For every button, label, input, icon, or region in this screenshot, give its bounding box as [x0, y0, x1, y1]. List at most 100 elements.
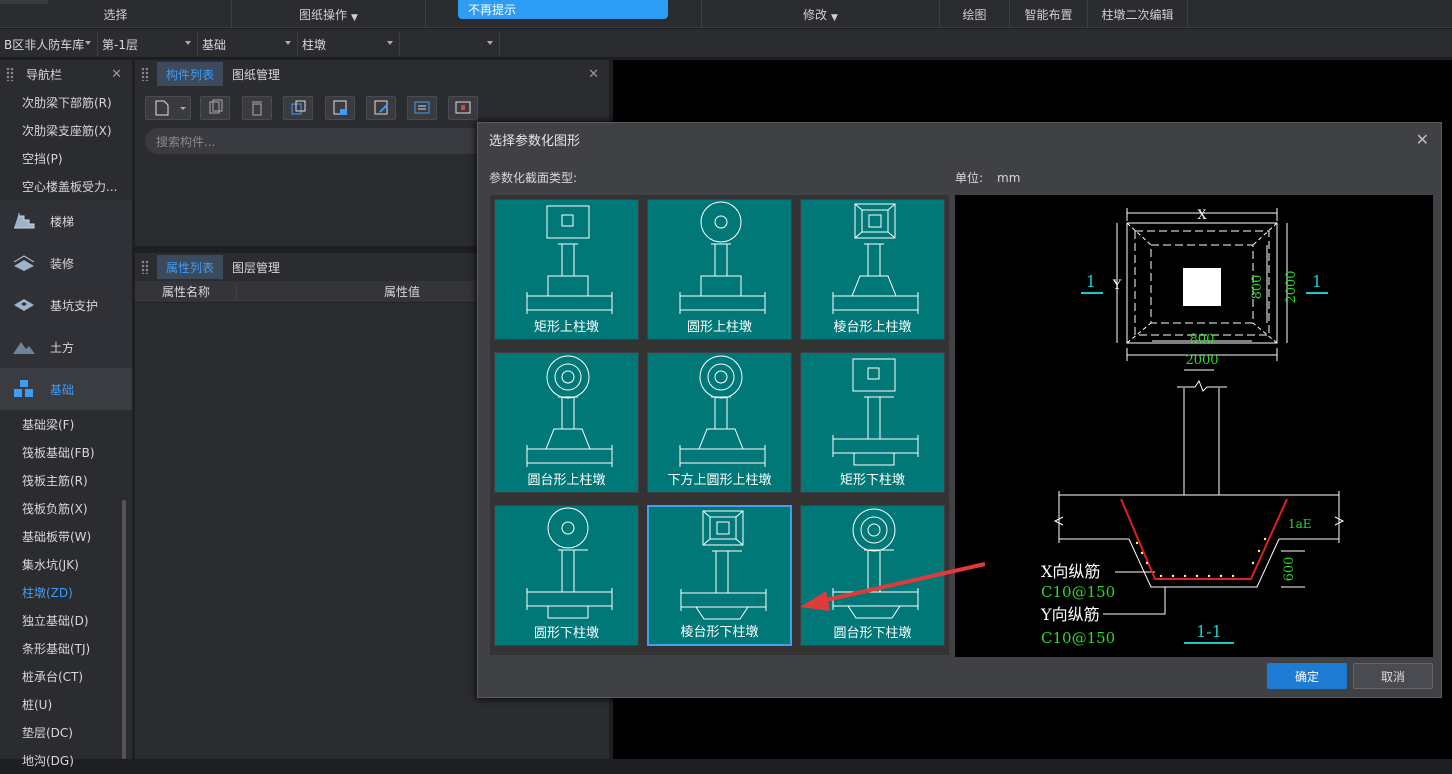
nav-item[interactable]: 空挡(P)	[0, 144, 132, 172]
nav-item-label: 基础梁(F)	[22, 417, 75, 432]
shape-tile[interactable]: 矩形下柱墩	[800, 352, 945, 493]
save-icon	[333, 100, 347, 115]
nav-item-label: 筏板主筋(R)	[22, 473, 88, 488]
x-rebar-label: X向纵筋	[1041, 562, 1100, 581]
close-icon[interactable]: ✕	[588, 67, 599, 82]
shape-tile[interactable]: 圆形上柱墩	[647, 199, 792, 340]
shape-tile[interactable]: 下方上圆形上柱墩	[647, 352, 792, 493]
layer-copy-button[interactable]	[283, 96, 313, 120]
nav-scrollbar[interactable]	[122, 500, 126, 759]
smart-layout-button[interactable]: 智能布置	[1010, 0, 1088, 28]
property-view-button[interactable]	[448, 96, 478, 120]
chevron-down-icon	[185, 41, 191, 45]
y-rebar-label: Y向纵筋	[1040, 605, 1100, 624]
new-icon	[155, 100, 186, 116]
copy-component-button[interactable]	[200, 96, 230, 120]
nav-item[interactable]: 柱墩(ZD)	[0, 578, 132, 606]
shape-tile[interactable]: 圆台形上柱墩	[494, 352, 639, 493]
pier-edit-button[interactable]: 柱墩二次编辑	[1088, 0, 1188, 28]
modify-button[interactable]: 修改 ▼	[702, 0, 940, 28]
shape-tile[interactable]: 矩形上柱墩	[494, 199, 639, 340]
shape-tile[interactable]: 棱台形上柱墩	[800, 199, 945, 340]
area-select[interactable]: B区非人防车库	[0, 32, 98, 56]
shape-tile-label: 圆形下柱墩	[533, 626, 599, 641]
nav-item-label: 柱墩(ZD)	[22, 585, 73, 600]
drag-handle-icon[interactable]	[6, 67, 14, 81]
nav-category-stairs[interactable]: 楼梯	[0, 200, 132, 242]
chevron-down-icon	[487, 41, 493, 45]
unit-value: mm	[997, 171, 1021, 185]
nav-item[interactable]: 垫层(DC)	[0, 718, 132, 746]
edit-template-button[interactable]	[366, 96, 396, 120]
shape-tile[interactable]: 圆形下柱墩	[494, 505, 639, 646]
tab-layer-manage[interactable]: 图层管理	[223, 255, 289, 279]
nav-item[interactable]: 集水坑(JK)	[0, 550, 132, 578]
nav-category-pit-support[interactable]: 基坑支护	[0, 284, 132, 326]
filter-bar: B区非人防车库 第-1层 基础 柱墩	[0, 29, 1452, 58]
tab-component-list[interactable]: 构件列表	[157, 62, 224, 86]
shape-tile[interactable]: 棱台形下柱墩	[647, 505, 792, 646]
ok-button[interactable]: 确定	[1267, 663, 1347, 689]
nav-category-earthwork[interactable]: 土方	[0, 326, 132, 368]
drag-handle-icon[interactable]	[141, 67, 149, 81]
tab-drawing-manage[interactable]: 图纸管理	[223, 62, 289, 86]
drawing-ops-button[interactable]: 图纸操作 ▼	[232, 0, 426, 28]
unit-label: 单位: mm	[955, 169, 1020, 186]
draw-button[interactable]: 绘图	[940, 0, 1010, 28]
category-select[interactable]: 基础	[198, 32, 298, 56]
select-button[interactable]: 选择	[0, 0, 232, 28]
nav-item-label: 地沟(DG)	[22, 753, 74, 768]
nav-item[interactable]: 独立基础(D)	[0, 606, 132, 634]
save-template-button[interactable]	[325, 96, 355, 120]
cancel-button[interactable]: 取消	[1353, 663, 1433, 689]
nav-category-label: 土方	[50, 340, 75, 355]
foundation-icon	[14, 380, 33, 397]
nav-category-label: 基坑支护	[50, 298, 99, 313]
nav-item[interactable]: 次肋梁下部筋(R)	[0, 88, 132, 116]
drag-handle-icon[interactable]	[141, 260, 149, 274]
smart-layout-label: 智能布置	[1024, 8, 1073, 22]
component-select[interactable]	[400, 32, 500, 56]
nav-item[interactable]: 地沟(DG)	[0, 746, 132, 774]
search-input[interactable]: 搜索构件...	[145, 128, 485, 154]
drawing-ops-label: 图纸操作	[299, 8, 348, 22]
chevron-down-icon: ▼	[831, 13, 838, 23]
dim-x: X	[1197, 208, 1207, 223]
nav-item[interactable]: 筏板负筋(X)	[0, 494, 132, 522]
section-mark-right: 1	[1312, 272, 1322, 291]
nav-item[interactable]: 筏板基础(FB)	[0, 438, 132, 466]
nav-item[interactable]: 次肋梁支座筋(X)	[0, 116, 132, 144]
type-value: 柱墩	[302, 37, 327, 52]
nav-item[interactable]: 条形基础(TJ)	[0, 634, 132, 662]
column-property-name: 属性名称	[135, 283, 237, 300]
dim-y: Y	[1112, 278, 1122, 293]
new-component-button[interactable]	[145, 96, 191, 120]
nav-category-decoration[interactable]: 装修	[0, 242, 132, 284]
nav-item[interactable]: 筏板主筋(R)	[0, 466, 132, 494]
nav-item[interactable]: 桩(U)	[0, 690, 132, 718]
nav-item[interactable]: 基础梁(F)	[0, 410, 132, 438]
section-type-label: 参数化截面类型:	[489, 171, 578, 185]
earthwork-icon	[13, 342, 35, 354]
nav-item[interactable]: 空心楼盖板受力...	[0, 172, 132, 200]
nav-item[interactable]: 桩承台(CT)	[0, 662, 132, 690]
list-view-button[interactable]	[407, 96, 437, 120]
delete-component-button[interactable]	[242, 96, 272, 120]
close-icon[interactable]: ✕	[1416, 130, 1429, 149]
dialog-title-bar: 选择参数化图形 ✕	[478, 123, 1441, 155]
depth-label: 600	[1282, 557, 1297, 582]
nav-item-label: 垫层(DC)	[22, 725, 73, 740]
tab-property-list[interactable]: 属性列表	[157, 255, 224, 279]
category-value: 基础	[202, 37, 227, 52]
nav-category-foundation[interactable]: 基础	[0, 368, 132, 410]
shape-tile-label: 棱台形下柱墩	[680, 625, 759, 640]
nav-item-list: 基础梁(F) 筏板基础(FB) 筏板主筋(R) 筏板负筋(X) 基础板带(W) 集水坑(J…	[0, 410, 132, 774]
floor-select[interactable]: 第-1层	[98, 32, 198, 56]
dont-show-again-banner[interactable]: 不再提示	[458, 0, 668, 19]
nav-item[interactable]: 基础板带(W)	[0, 522, 132, 550]
type-select[interactable]: 柱墩	[298, 32, 400, 56]
nav-item-label: 桩(U)	[22, 697, 53, 712]
close-icon[interactable]: ✕	[111, 67, 122, 82]
modify-label: 修改	[803, 8, 828, 22]
copy-icon	[209, 99, 223, 114]
